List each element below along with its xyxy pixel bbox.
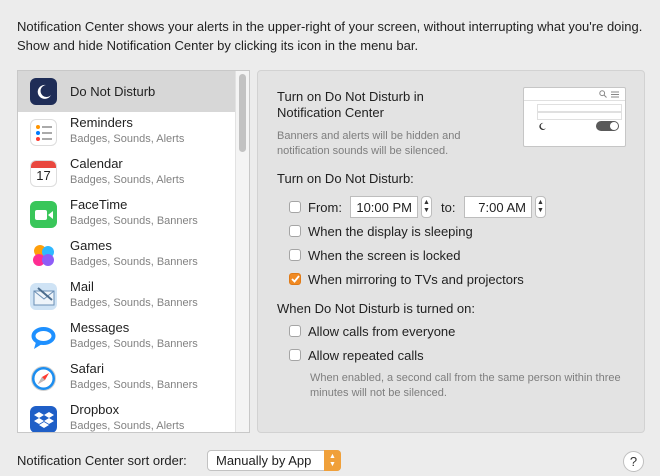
app-name: Mail — [70, 279, 94, 294]
from-label: From: — [308, 199, 342, 215]
toggle-icon — [596, 121, 619, 131]
list-icon — [611, 91, 619, 98]
from-time-field[interactable]: 10:00 PM — [350, 196, 418, 218]
to-time-stepper[interactable]: ▲ ▼ — [535, 196, 546, 218]
app-subtitle: Badges, Sounds, Banners — [70, 338, 198, 350]
option-label: When the display is sleeping — [308, 223, 473, 239]
app-item-reminders[interactable]: Reminders Badges, Sounds, Alerts — [18, 112, 236, 153]
option-row[interactable]: When the screen is locked — [289, 246, 460, 264]
app-subtitle: Badges, Sounds, Alerts — [70, 174, 185, 186]
app-item-games[interactable]: Games Badges, Sounds, Banners — [18, 235, 236, 276]
help-button[interactable]: ? — [623, 451, 644, 472]
dnd-title: Turn on Do Not Disturb in Notification C… — [277, 89, 424, 120]
repeated-calls-note: When enabled, a second call from the sam… — [310, 372, 621, 399]
scrollbar-thumb[interactable] — [239, 74, 246, 152]
dnd-description: Banners and alerts will be hidden and no… — [277, 130, 461, 157]
option-label: When mirroring to TVs and projectors — [308, 271, 524, 287]
mail-icon — [30, 283, 57, 310]
app-name: Dropbox — [70, 402, 120, 417]
messages-icon — [30, 324, 57, 351]
app-name: Calendar — [70, 156, 123, 171]
mirroring-checkbox[interactable] — [289, 273, 301, 285]
app-subtitle: Badges, Sounds, Banners — [70, 215, 198, 227]
intro-text: Notification Center shows your alerts in… — [17, 19, 643, 53]
app-name: Reminders — [70, 115, 133, 130]
screen-locked-checkbox[interactable] — [289, 249, 301, 261]
app-name: Safari — [70, 361, 104, 376]
display-sleeping-checkbox[interactable] — [289, 225, 301, 237]
app-list-scrollbar[interactable] — [235, 71, 249, 432]
to-time-field[interactable]: 7:00 AM — [464, 196, 532, 218]
from-row: From: — [289, 198, 342, 216]
notification-center-preview — [523, 87, 626, 147]
app-subtitle: Badges, Sounds, Banners — [70, 256, 198, 268]
app-subtitle: Badges, Sounds, Banners — [70, 297, 198, 309]
app-item-facetime[interactable]: FaceTime Badges, Sounds, Banners — [18, 194, 236, 235]
option-row[interactable]: Allow repeated calls — [289, 346, 424, 364]
facetime-icon — [30, 201, 57, 228]
app-subtitle: Badges, Sounds, Alerts — [70, 133, 185, 145]
option-label: Allow calls from everyone — [308, 323, 456, 339]
sort-order-label: Notification Center sort order: — [17, 453, 187, 468]
option-row[interactable]: Allow calls from everyone — [289, 322, 455, 340]
when-on-label: When Do Not Disturb is turned on: — [277, 301, 475, 316]
repeated-calls-checkbox[interactable] — [289, 349, 301, 361]
search-icon — [599, 90, 607, 98]
sort-order-select[interactable]: Manually by App ▲ ▼ — [207, 450, 341, 471]
app-subtitle: Badges, Sounds, Alerts — [70, 420, 185, 432]
safari-icon — [30, 365, 57, 392]
option-row[interactable]: When mirroring to TVs and projectors — [289, 270, 524, 288]
games-icon — [30, 242, 57, 269]
app-item-calendar[interactable]: 17 Calendar Badges, Sounds, Alerts — [18, 153, 236, 194]
app-item-do-not-disturb[interactable]: Do Not Disturb — [18, 71, 236, 112]
chevron-updown-icon: ▲ ▼ — [324, 450, 341, 471]
dnd-settings-panel: Turn on Do Not Disturb in Notification C… — [257, 70, 645, 433]
calls-everyone-checkbox[interactable] — [289, 325, 301, 337]
option-label: When the screen is locked — [308, 247, 461, 263]
option-row[interactable]: When the display is sleeping — [289, 222, 473, 240]
app-item-safari[interactable]: Safari Badges, Sounds, Banners — [18, 358, 236, 399]
app-list[interactable]: Do Not Disturb Reminders Badges, Sounds,… — [17, 70, 250, 433]
from-checkbox[interactable] — [289, 201, 301, 213]
from-time-stepper[interactable]: ▲ ▼ — [421, 196, 432, 218]
app-name: Do Not Disturb — [70, 84, 156, 99]
checkmark-icon — [290, 275, 300, 283]
moon-icon — [30, 78, 57, 105]
calendar-icon: 17 — [30, 160, 57, 187]
reminders-icon — [30, 119, 57, 146]
dropbox-icon — [30, 406, 57, 432]
app-name: Games — [70, 238, 112, 253]
app-item-mail[interactable]: Mail Badges, Sounds, Banners — [18, 276, 236, 317]
app-item-dropbox[interactable]: Dropbox Badges, Sounds, Alerts — [18, 399, 236, 432]
app-subtitle: Badges, Sounds, Banners — [70, 379, 198, 391]
option-label: Allow repeated calls — [308, 347, 424, 363]
app-name: FaceTime — [70, 197, 128, 212]
sort-order-value: Manually by App — [216, 453, 312, 468]
app-name: Messages — [70, 320, 130, 335]
turn-on-dnd-label: Turn on Do Not Disturb: — [277, 171, 414, 186]
moon-icon — [539, 122, 546, 130]
app-item-messages[interactable]: Messages Badges, Sounds, Banners — [18, 317, 236, 358]
to-label: to: — [441, 200, 456, 215]
